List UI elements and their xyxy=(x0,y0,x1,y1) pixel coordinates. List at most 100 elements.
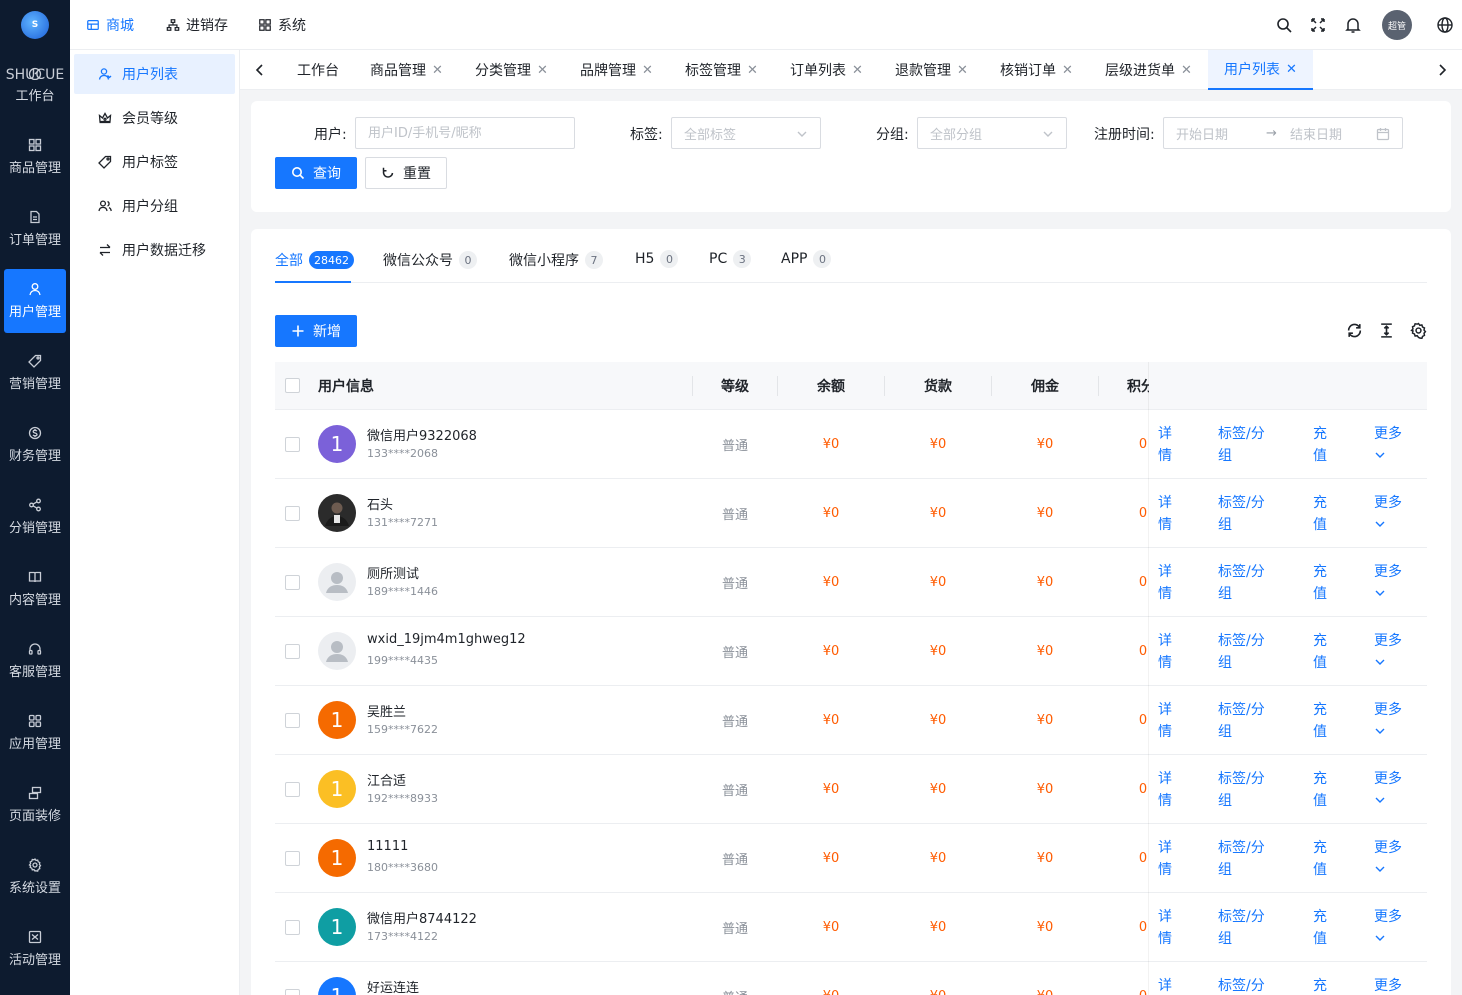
close-icon[interactable]: ✕ xyxy=(747,63,758,78)
page-tab-6[interactable]: 退款管理 ✕ xyxy=(895,50,968,90)
close-icon[interactable]: ✕ xyxy=(642,63,653,78)
detail-link[interactable]: 详情 xyxy=(1158,768,1174,812)
header-tab-system[interactable]: 系统 xyxy=(258,0,306,50)
more-dropdown[interactable]: 更多 xyxy=(1374,837,1402,882)
sidebar-item-11[interactable]: 系统设置 xyxy=(4,845,66,909)
more-dropdown[interactable]: 更多 xyxy=(1374,975,1402,995)
detail-link[interactable]: 详情 xyxy=(1158,561,1174,605)
close-icon[interactable]: ✕ xyxy=(1181,63,1192,78)
tag-select[interactable]: 全部标签 xyxy=(671,117,821,149)
sidebar-item-6[interactable]: 分销管理 xyxy=(4,485,66,549)
recharge-link[interactable]: 充值 xyxy=(1313,492,1329,536)
more-dropdown[interactable]: 更多 xyxy=(1374,630,1402,675)
recharge-link[interactable]: 充值 xyxy=(1313,768,1329,812)
channel-tab-1[interactable]: 微信公众号 0 xyxy=(383,250,477,270)
page-tab-9[interactable]: 用户列表 ✕ xyxy=(1208,50,1313,90)
channel-tab-0[interactable]: 全部 28462 xyxy=(275,250,354,270)
more-dropdown[interactable]: 更多 xyxy=(1374,561,1402,606)
page-tab-7[interactable]: 核销订单 ✕ xyxy=(1000,50,1073,90)
subnav-item-3[interactable]: 用户分组 xyxy=(74,186,235,226)
detail-link[interactable]: 详情 xyxy=(1158,630,1174,674)
group-select[interactable]: 全部分组 xyxy=(917,117,1067,149)
more-dropdown[interactable]: 更多 xyxy=(1374,906,1402,951)
bell-icon[interactable] xyxy=(1344,16,1362,34)
row-checkbox[interactable] xyxy=(285,989,300,995)
row-checkbox[interactable] xyxy=(285,644,300,659)
channel-tab-2[interactable]: 微信小程序 7 xyxy=(509,250,603,270)
add-user-button[interactable]: 新增 xyxy=(275,315,357,347)
channel-tab-4[interactable]: PC 3 xyxy=(709,250,752,268)
recharge-link[interactable]: 充值 xyxy=(1313,837,1329,881)
page-tab-1[interactable]: 商品管理 ✕ xyxy=(370,50,443,90)
tag-group-link[interactable]: 标签/分组 xyxy=(1218,906,1276,950)
sidebar-item-3[interactable]: 用户管理 xyxy=(4,269,66,333)
tag-group-link[interactable]: 标签/分组 xyxy=(1218,699,1276,743)
sidebar-item-12[interactable]: 活动管理 xyxy=(4,917,66,981)
tag-group-link[interactable]: 标签/分组 xyxy=(1218,492,1276,536)
select-all-checkbox[interactable] xyxy=(285,378,300,393)
date-range-picker[interactable]: 开始日期 → 结束日期 xyxy=(1163,117,1403,149)
row-checkbox[interactable] xyxy=(285,437,300,452)
channel-tab-3[interactable]: H5 0 xyxy=(635,250,679,268)
row-checkbox[interactable] xyxy=(285,575,300,590)
row-checkbox[interactable] xyxy=(285,782,300,797)
row-checkbox[interactable] xyxy=(285,713,300,728)
detail-link[interactable]: 详情 xyxy=(1158,492,1174,536)
page-tab-3[interactable]: 品牌管理 ✕ xyxy=(580,50,653,90)
tag-group-link[interactable]: 标签/分组 xyxy=(1218,837,1276,881)
recharge-link[interactable]: 充值 xyxy=(1313,423,1329,467)
sidebar-item-9[interactable]: 应用管理 xyxy=(4,701,66,765)
row-checkbox[interactable] xyxy=(285,506,300,521)
fullscreen-icon[interactable] xyxy=(1309,16,1327,34)
tag-group-link[interactable]: 标签/分组 xyxy=(1218,630,1276,674)
recharge-link[interactable]: 充值 xyxy=(1313,630,1329,674)
page-tab-0[interactable]: 工作台 xyxy=(297,50,345,90)
recharge-link[interactable]: 充值 xyxy=(1313,561,1329,605)
start-date-placeholder[interactable]: 开始日期 xyxy=(1176,124,1266,143)
tag-group-link[interactable]: 标签/分组 xyxy=(1218,561,1276,605)
column-height-icon[interactable] xyxy=(1378,322,1395,339)
close-icon[interactable]: ✕ xyxy=(1286,62,1297,77)
page-tab-4[interactable]: 标签管理 ✕ xyxy=(685,50,758,90)
subnav-item-2[interactable]: 用户标签 xyxy=(74,142,235,182)
chevron-left-icon[interactable] xyxy=(252,62,268,78)
recharge-link[interactable]: 充值 xyxy=(1313,975,1329,995)
sidebar-item-10[interactable]: 页面装修 xyxy=(4,773,66,837)
reset-button[interactable]: 重置 xyxy=(365,157,447,189)
close-icon[interactable]: ✕ xyxy=(432,63,443,78)
user-search-field[interactable] xyxy=(355,117,575,149)
subnav-item-4[interactable]: 用户数据迁移 xyxy=(74,230,235,270)
query-button[interactable]: 查询 xyxy=(275,157,357,189)
tag-group-link[interactable]: 标签/分组 xyxy=(1218,768,1276,812)
tag-group-link[interactable]: 标签/分组 xyxy=(1218,423,1276,467)
end-date-placeholder[interactable]: 结束日期 xyxy=(1290,124,1370,143)
close-icon[interactable]: ✕ xyxy=(957,63,968,78)
sidebar-item-2[interactable]: 订单管理 xyxy=(4,197,66,261)
header-tab-mall[interactable]: 商城 xyxy=(86,0,134,50)
more-dropdown[interactable]: 更多 xyxy=(1374,492,1402,537)
row-checkbox[interactable] xyxy=(285,920,300,935)
recharge-link[interactable]: 充值 xyxy=(1313,906,1329,950)
recharge-link[interactable]: 充值 xyxy=(1313,699,1329,743)
sidebar-item-1[interactable]: 商品管理 xyxy=(4,125,66,189)
page-tab-2[interactable]: 分类管理 ✕ xyxy=(475,50,548,90)
close-icon[interactable]: ✕ xyxy=(1062,63,1073,78)
more-dropdown[interactable]: 更多 xyxy=(1374,699,1402,744)
detail-link[interactable]: 详情 xyxy=(1158,837,1174,881)
sidebar-item-4[interactable]: 营销管理 xyxy=(4,341,66,405)
detail-link[interactable]: 详情 xyxy=(1158,906,1174,950)
header-tab-inventory[interactable]: 进销存 xyxy=(166,0,228,50)
tag-group-link[interactable]: 标签/分组 xyxy=(1218,975,1276,995)
chevron-right-icon[interactable] xyxy=(1434,62,1450,78)
globe-icon[interactable] xyxy=(1436,16,1454,34)
refresh-icon[interactable] xyxy=(1346,322,1363,339)
more-dropdown[interactable]: 更多 xyxy=(1374,768,1402,813)
subnav-item-1[interactable]: 会员等级 xyxy=(74,98,235,138)
subnav-item-0[interactable]: 用户列表 xyxy=(74,54,235,94)
row-checkbox[interactable] xyxy=(285,851,300,866)
sidebar-item-5[interactable]: 财务管理 xyxy=(4,413,66,477)
sidebar-item-0[interactable]: 工作台 xyxy=(4,53,66,117)
channel-tab-5[interactable]: APP 0 xyxy=(781,250,832,268)
close-icon[interactable]: ✕ xyxy=(852,63,863,78)
detail-link[interactable]: 详情 xyxy=(1158,423,1174,467)
